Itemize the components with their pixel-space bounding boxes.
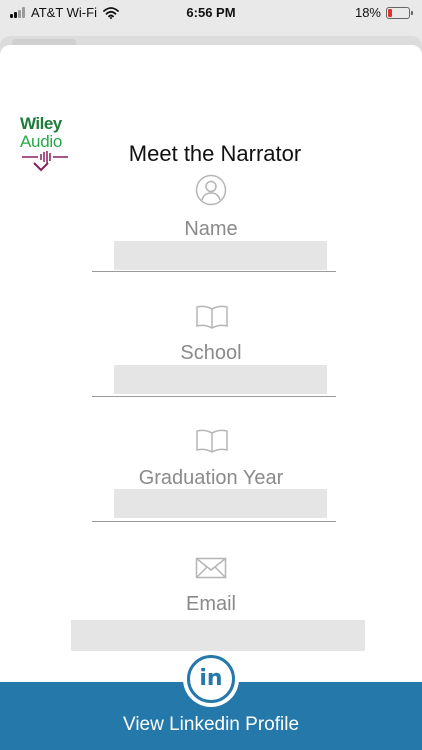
- person-icon: [195, 174, 227, 206]
- battery-percent: 18%: [354, 5, 381, 20]
- narrator-modal: Wiley Audio Meet the Narrator Name Schoo…: [0, 45, 422, 750]
- graduation-year-label: Graduation Year: [138, 467, 284, 489]
- modal-title: Meet the Narrator: [128, 141, 302, 166]
- book-icon: [196, 305, 228, 329]
- battery-icon: [386, 6, 413, 19]
- battery-fill: [388, 8, 392, 17]
- name-label: Name: [184, 218, 238, 240]
- divider: [92, 271, 336, 272]
- status-bar: AT&T Wi-Fi 6:56 PM 18%: [0, 0, 422, 26]
- linkedin-icon[interactable]: in: [187, 655, 235, 703]
- linkedin-button[interactable]: in: [183, 651, 239, 707]
- book-icon: [196, 429, 228, 453]
- graduation-year-field[interactable]: [114, 489, 327, 518]
- view-linkedin-label[interactable]: View Linkedin Profile: [0, 714, 422, 736]
- email-label: Email: [185, 593, 236, 615]
- name-field[interactable]: [114, 241, 327, 270]
- status-right: 18%: [354, 5, 413, 20]
- school-field[interactable]: [114, 365, 327, 394]
- divider: [92, 396, 336, 397]
- divider: [92, 521, 336, 522]
- email-field[interactable]: [71, 620, 365, 651]
- school-label: School: [180, 342, 242, 364]
- envelope-icon: [195, 557, 227, 579]
- logo-wiley-text: Wiley: [20, 114, 62, 133]
